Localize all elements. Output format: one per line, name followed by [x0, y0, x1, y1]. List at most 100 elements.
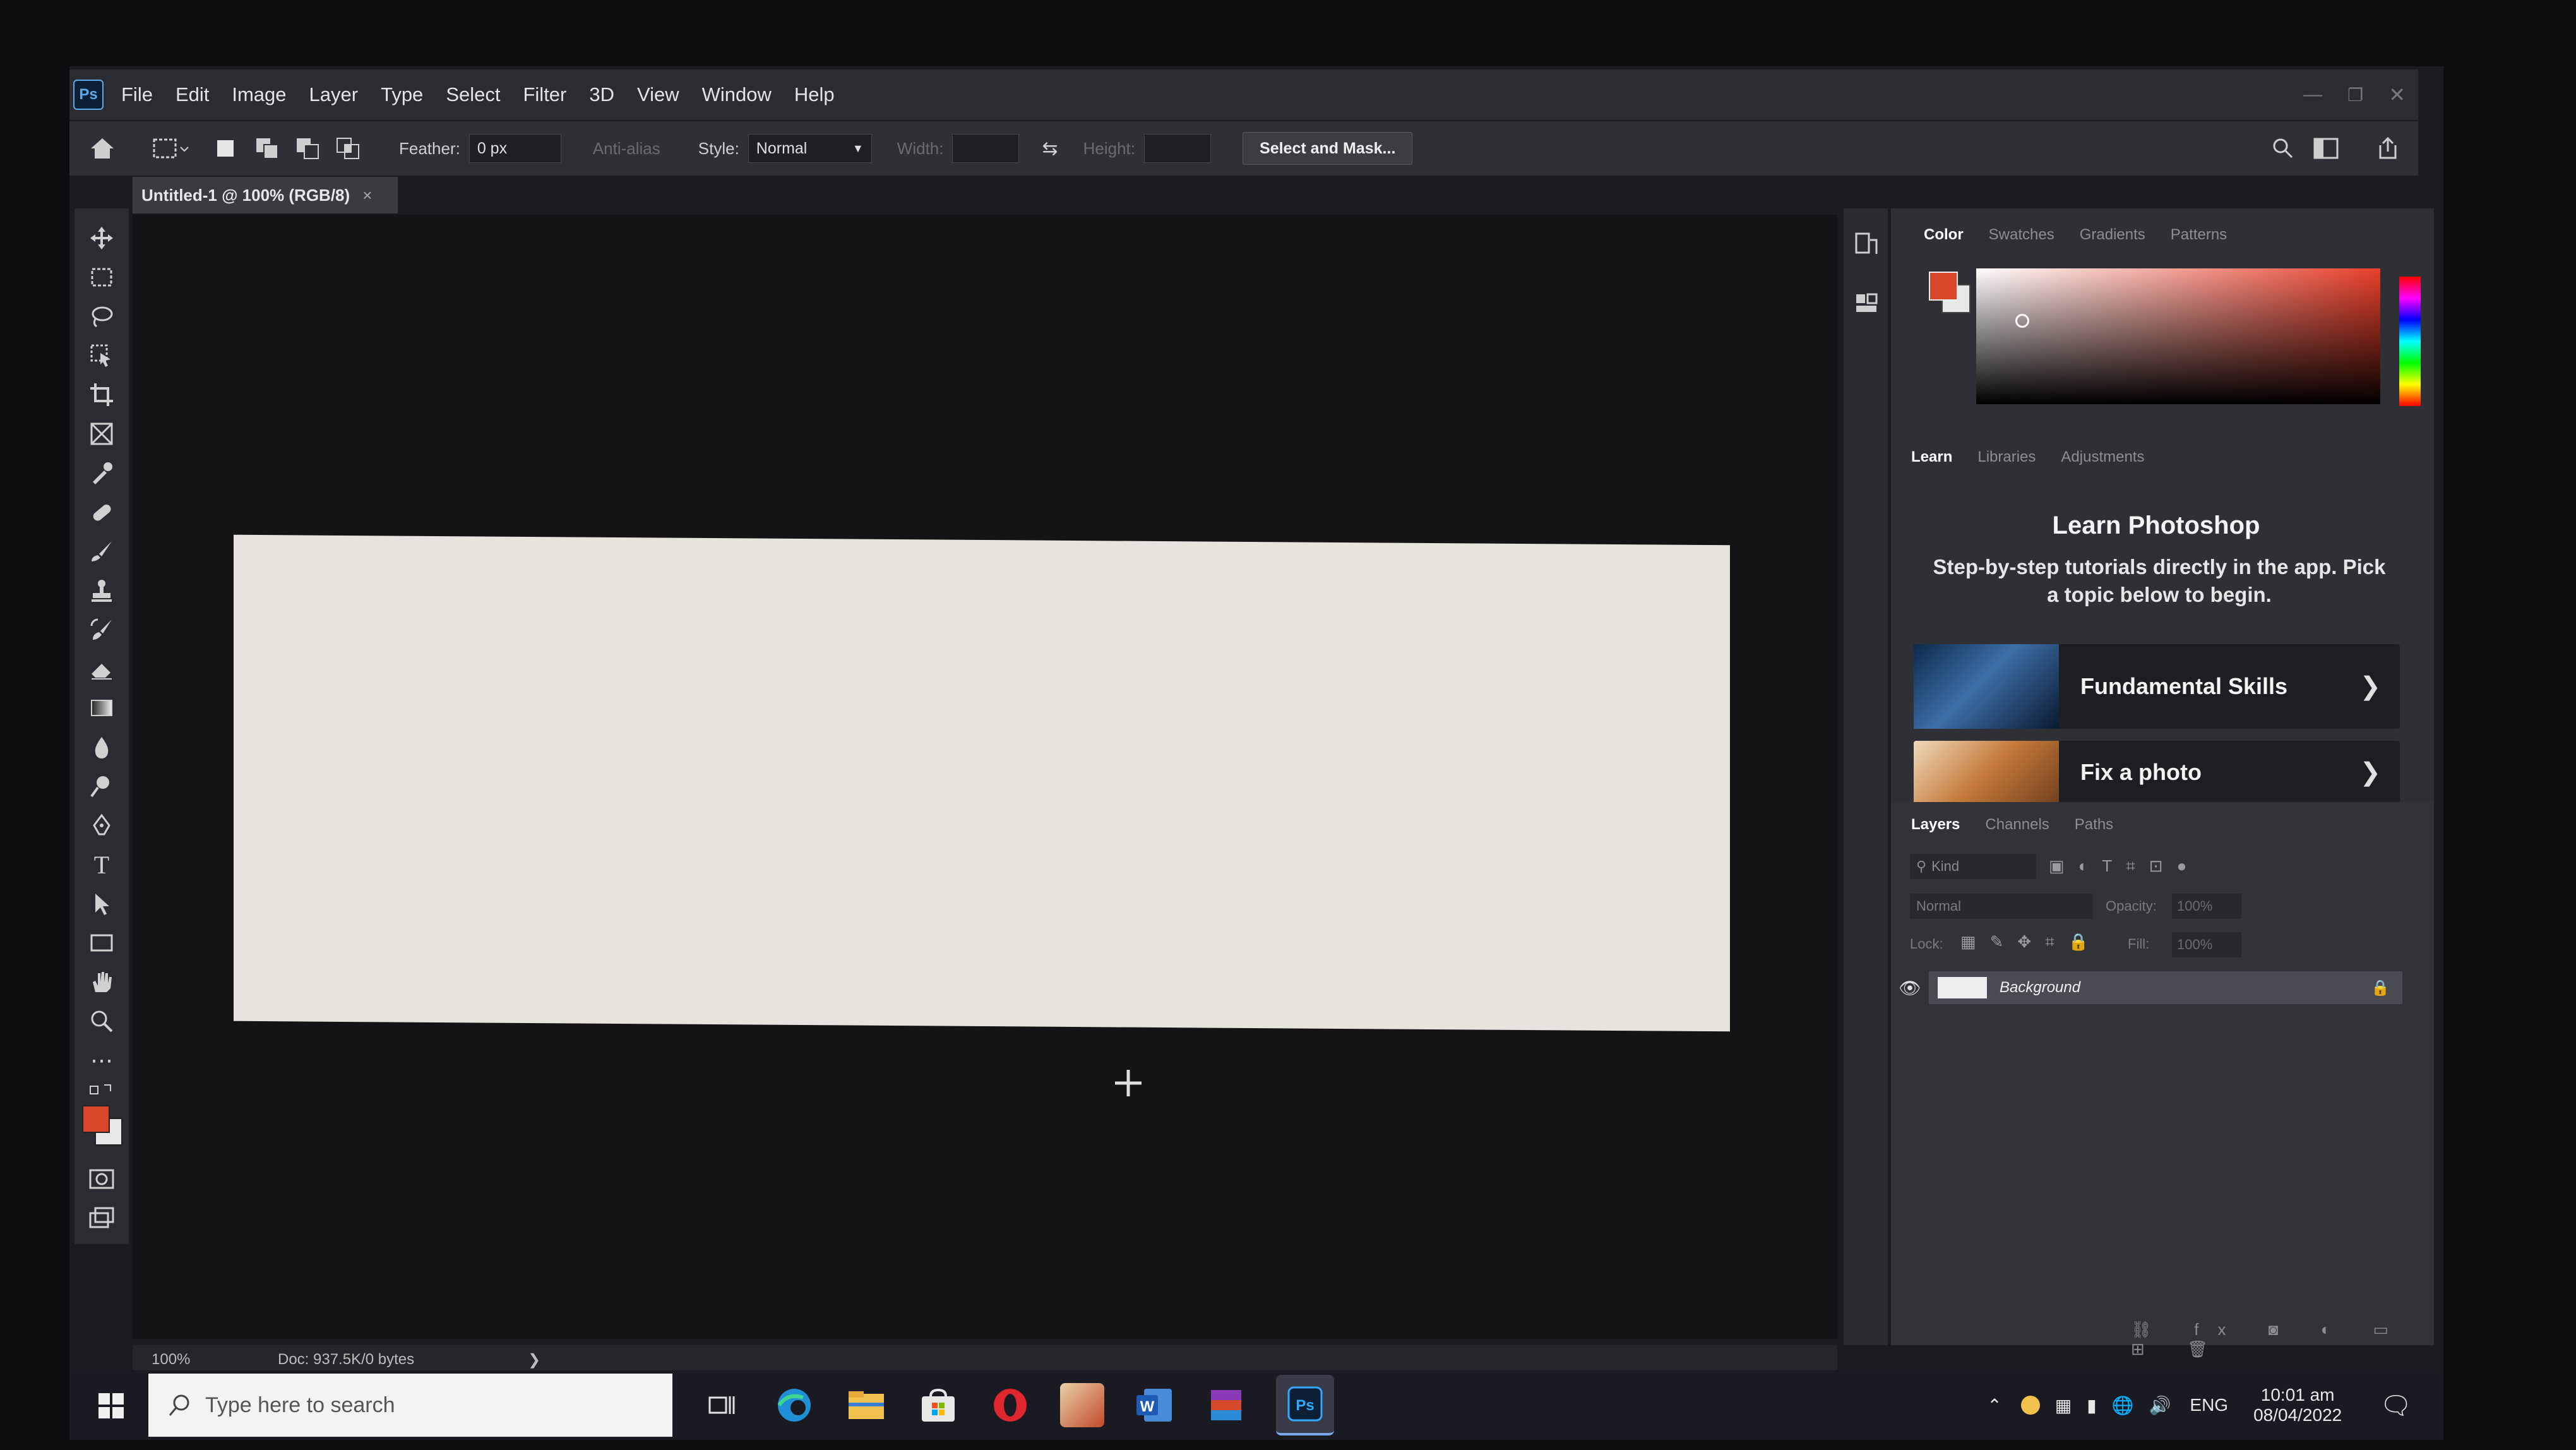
tab-libraries[interactable]: Libraries [1977, 448, 2036, 466]
gradient-tool-icon[interactable] [85, 691, 119, 725]
taskbar-search-box[interactable]: Type here to search [148, 1374, 672, 1437]
file-explorer-icon[interactable] [844, 1383, 888, 1427]
path-selection-tool-icon[interactable] [85, 887, 119, 921]
brush-tool-icon[interactable] [85, 534, 119, 568]
menu-file[interactable]: File [121, 83, 153, 106]
tray-app-icon[interactable] [2020, 1396, 2040, 1415]
width-input[interactable] [952, 134, 1020, 163]
tab-layers[interactable]: Layers [1911, 816, 1960, 834]
search-icon[interactable] [2272, 137, 2294, 160]
crop-tool-icon[interactable] [85, 378, 119, 412]
minimize-icon[interactable]: — [2303, 84, 2322, 105]
status-chevron-right-icon[interactable]: ❯ [528, 1351, 540, 1369]
eraser-tool-icon[interactable] [85, 652, 119, 686]
lasso-tool-icon[interactable] [85, 299, 119, 333]
volume-icon[interactable]: 🔊 [2149, 1395, 2171, 1416]
history-panel-icon[interactable] [1854, 231, 1879, 256]
feather-input[interactable]: 0 px [468, 134, 561, 163]
fill-input[interactable]: 100% [2172, 932, 2241, 957]
document-tab[interactable]: Untitled-1 @ 100% (RGB/8) × [133, 177, 398, 213]
color-picker-handle[interactable] [2015, 314, 2029, 328]
menu-image[interactable]: Image [232, 83, 286, 106]
type-tool-icon[interactable]: T [85, 848, 119, 882]
layer-row[interactable]: 👁 Background 🔒 [1891, 971, 2402, 1004]
tab-swatches[interactable]: Swatches [1989, 226, 2054, 244]
blend-mode-select[interactable]: Normal [1910, 894, 2093, 919]
color-field[interactable] [1976, 268, 2380, 404]
layer-filter-kind[interactable]: ⚲ Kind [1910, 854, 2036, 879]
move-tool-icon[interactable] [85, 221, 119, 255]
layer-filter-icons[interactable]: ▣◐T⌗⊡● [2049, 856, 2200, 877]
select-and-mask-button[interactable]: Select and Mask... [1243, 132, 1413, 165]
rectangular-marquee-tool-icon[interactable] [85, 260, 119, 294]
foreground-color-swatch[interactable] [82, 1105, 110, 1133]
clone-stamp-tool-icon[interactable] [85, 573, 119, 608]
windows-start-icon[interactable] [98, 1393, 124, 1418]
history-brush-tool-icon[interactable] [85, 613, 119, 647]
screen-mode-icon[interactable] [85, 1201, 119, 1235]
menu-view[interactable]: View [637, 83, 679, 106]
pen-tool-icon[interactable] [85, 808, 119, 842]
intersect-selection-icon[interactable] [336, 137, 361, 160]
edge-browser-icon[interactable] [772, 1383, 816, 1427]
menu-filter[interactable]: Filter [523, 83, 566, 106]
add-to-selection-icon[interactable] [255, 137, 280, 160]
task-view-icon[interactable] [700, 1383, 744, 1427]
learn-card-fundamental-skills[interactable]: Fundamental Skills ❯ [1914, 644, 2400, 729]
tab-color[interactable]: Color [1924, 226, 1964, 244]
workspace-icon[interactable] [2313, 138, 2339, 159]
language-indicator[interactable]: ENG [2190, 1395, 2228, 1415]
swap-width-height-icon[interactable]: ⇆ [1042, 138, 1058, 160]
new-selection-icon[interactable] [215, 138, 236, 159]
lock-icons[interactable]: ▦✎✥⌗🔒 [1960, 932, 2102, 952]
style-select[interactable]: Normal ▼ [748, 134, 872, 163]
menu-3d[interactable]: 3D [589, 83, 614, 106]
layers-footer-icons[interactable]: ⛓ fx ◙ ◐ ▭ ⊞ 🗑 [2131, 1320, 2434, 1359]
menu-edit[interactable]: Edit [176, 83, 209, 106]
more-tools-icon[interactable]: ⋯ [85, 1043, 119, 1077]
tab-paths[interactable]: Paths [2075, 816, 2113, 834]
object-selection-tool-icon[interactable] [85, 339, 119, 373]
rectangle-tool-icon[interactable] [85, 926, 119, 960]
height-input[interactable] [1144, 134, 1212, 163]
hue-slider[interactable] [2399, 277, 2421, 406]
word-icon[interactable]: W [1132, 1383, 1176, 1427]
tab-channels[interactable]: Channels [1985, 816, 2049, 834]
battery-icon[interactable]: ▮ [2087, 1395, 2096, 1416]
document-canvas[interactable] [234, 534, 1730, 1032]
tab-adjustments[interactable]: Adjustments [2061, 448, 2144, 466]
share-icon[interactable] [2376, 136, 2399, 160]
learn-card-fix-a-photo[interactable]: Fix a photo ❯ [1914, 741, 2400, 804]
subtract-from-selection-icon[interactable] [295, 137, 321, 160]
tab-patterns[interactable]: Patterns [2171, 226, 2227, 244]
close-tab-icon[interactable]: × [362, 186, 372, 205]
tray-chevron-up-icon[interactable]: ⌃ [1987, 1395, 2001, 1416]
zoom-tool-icon[interactable] [85, 1004, 119, 1038]
menu-window[interactable]: Window [702, 83, 772, 106]
properties-panel-icon[interactable] [1854, 291, 1879, 316]
opacity-input[interactable]: 100% [2172, 894, 2241, 919]
zoom-level[interactable]: 100% [152, 1351, 246, 1369]
menu-type[interactable]: Type [381, 83, 423, 106]
opera-browser-icon[interactable] [988, 1383, 1032, 1427]
tab-gradients[interactable]: Gradients [2080, 226, 2145, 244]
tab-learn[interactable]: Learn [1911, 448, 1952, 466]
close-window-icon[interactable]: ✕ [2388, 83, 2406, 107]
anti-alias-checkbox[interactable]: Anti-alias [593, 139, 660, 159]
menu-select[interactable]: Select [446, 83, 500, 106]
panel-foreground-swatch[interactable] [1929, 272, 1958, 301]
frame-tool-icon[interactable] [85, 417, 119, 451]
healing-brush-tool-icon[interactable] [85, 495, 119, 529]
network-icon[interactable]: 🌐 [2112, 1395, 2134, 1416]
swap-colors-icon[interactable] [85, 1075, 119, 1109]
photoshop-taskbar-icon[interactable]: Ps [1276, 1375, 1334, 1435]
photo-app-icon[interactable] [1060, 1383, 1104, 1427]
clock[interactable]: 10:01 am 08/04/2022 [2253, 1385, 2342, 1425]
marquee-tool-preset-icon[interactable] [152, 136, 189, 161]
restore-icon[interactable]: ❐ [2347, 85, 2363, 105]
menu-layer[interactable]: Layer [309, 83, 359, 106]
blur-tool-icon[interactable] [85, 730, 119, 764]
eyedropper-tool-icon[interactable] [85, 456, 119, 490]
hand-tool-icon[interactable] [85, 965, 119, 999]
tray-device-icon[interactable]: ▦ [2055, 1395, 2072, 1416]
